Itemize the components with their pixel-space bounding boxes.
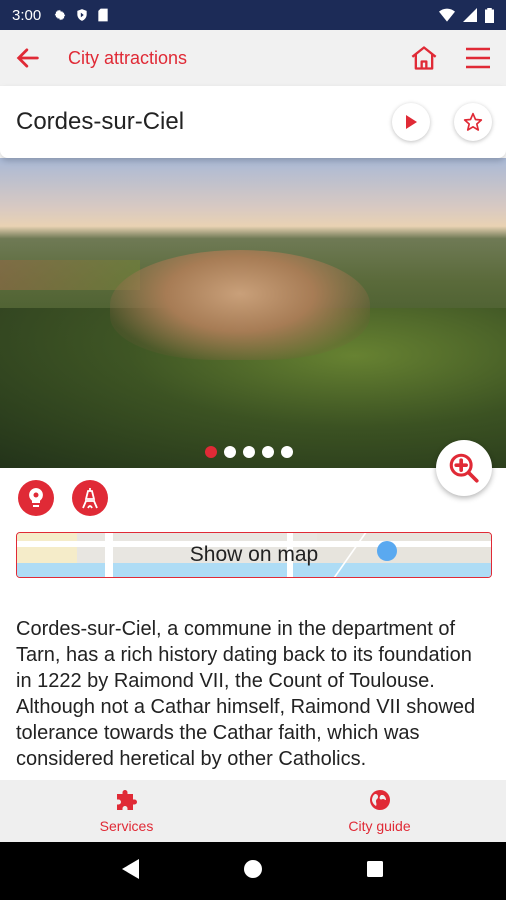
system-navigation-bar xyxy=(0,842,506,900)
nav-city-guide[interactable]: City guide xyxy=(253,780,506,842)
eiffel-tower-icon xyxy=(82,488,98,509)
lightbulb-pin-icon xyxy=(29,488,43,507)
gallery-dot[interactable] xyxy=(281,446,293,458)
play-icon xyxy=(406,115,417,129)
photo-hilltop-town xyxy=(110,250,370,360)
settings-icon xyxy=(54,9,66,21)
nav-services-label: Services xyxy=(99,818,154,834)
favorite-button[interactable] xyxy=(454,103,492,141)
landmark-category-badge[interactable] xyxy=(72,480,108,516)
notification-icons xyxy=(53,8,109,22)
attraction-photo[interactable] xyxy=(0,158,506,468)
bottom-navigation: Services City guide xyxy=(0,780,506,842)
globe-icon xyxy=(369,790,390,810)
nav-city-guide-label: City guide xyxy=(348,818,411,834)
sd-card-icon xyxy=(98,8,108,22)
wifi-icon xyxy=(439,8,455,22)
app-bar: City attractions xyxy=(0,30,506,86)
battery-icon xyxy=(485,7,494,23)
attraction-description: Cordes-sur-Ciel, a commune in the depart… xyxy=(16,618,476,770)
status-bar: 3:00 xyxy=(0,0,506,30)
square-recents-icon xyxy=(367,860,384,877)
status-time: 3:00 xyxy=(12,6,42,24)
triangle-back-icon xyxy=(121,858,139,879)
gallery-dot[interactable] xyxy=(262,446,274,458)
attraction-header: Cordes-sur-Ciel xyxy=(0,86,506,158)
puzzle-icon xyxy=(116,790,137,810)
shield-icon xyxy=(77,9,87,21)
menu-button[interactable] xyxy=(458,38,498,78)
back-nav-button[interactable] xyxy=(121,858,140,884)
star-outline-icon xyxy=(463,112,483,131)
home-button[interactable] xyxy=(404,38,444,78)
zoom-button[interactable] xyxy=(436,440,492,496)
home-icon xyxy=(411,46,437,70)
recents-nav-button[interactable] xyxy=(366,860,384,883)
app-bar-title: City attractions xyxy=(68,47,188,68)
gallery-dot[interactable] xyxy=(243,446,255,458)
system-status-icons xyxy=(439,7,494,23)
back-button[interactable] xyxy=(0,30,56,86)
show-on-map-label: Show on map xyxy=(189,543,319,566)
gallery-dot[interactable] xyxy=(224,446,236,458)
gallery-dot[interactable] xyxy=(205,446,217,458)
signal-icon xyxy=(463,8,477,22)
zoom-in-icon xyxy=(449,453,479,483)
nav-services[interactable]: Services xyxy=(0,780,253,842)
home-nav-button[interactable] xyxy=(243,859,263,884)
map-location-dot xyxy=(377,541,397,561)
play-audio-button[interactable] xyxy=(392,103,430,141)
circle-home-icon xyxy=(243,859,262,878)
show-on-map-button[interactable]: Show on map xyxy=(16,532,492,578)
gallery-pagination xyxy=(0,446,506,458)
attraction-title: Cordes-sur-Ciel xyxy=(16,108,185,135)
arrow-back-icon xyxy=(16,48,39,68)
sightseeing-category-badge[interactable] xyxy=(18,480,54,516)
hamburger-menu-icon xyxy=(466,47,490,69)
